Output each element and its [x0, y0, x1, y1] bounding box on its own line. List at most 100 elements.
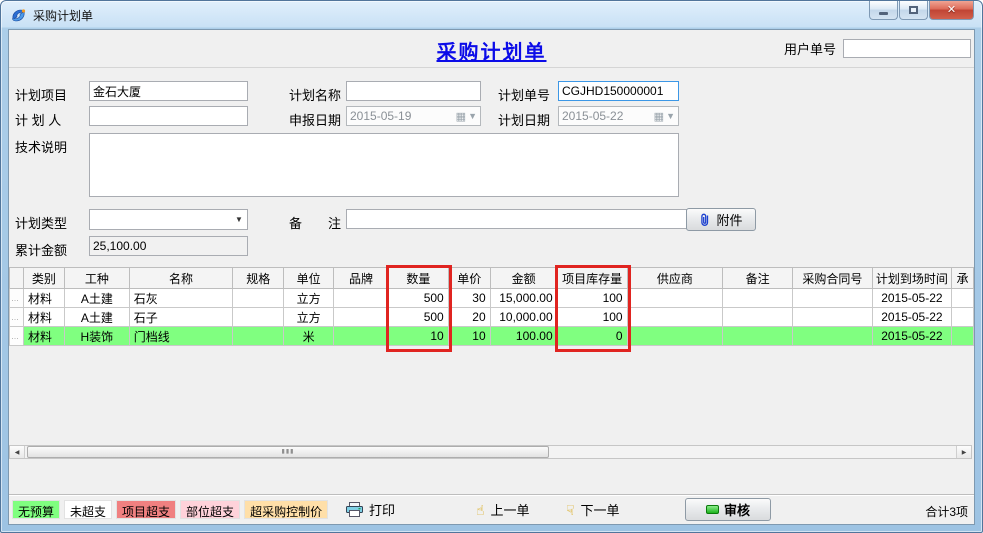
app-window: 采购计划单 ✕ 采购计划单 用户单号 计划项目 计划名称 计划单号 计 划 人 … — [0, 0, 983, 533]
table-cell: 10,000.00 — [490, 308, 557, 327]
table-cell — [951, 308, 973, 327]
horizontal-scrollbar[interactable]: ◀ ▶ — [9, 445, 972, 459]
table-cell: A土建 — [64, 289, 129, 308]
column-header[interactable]: 承 — [951, 268, 973, 289]
column-header[interactable]: 名称 — [129, 268, 233, 289]
table-cell — [792, 327, 872, 346]
chevron-down-icon: ▼ — [666, 111, 675, 121]
prev-button-label: 上一单 — [491, 500, 530, 519]
column-header[interactable]: 计划到场时间 — [872, 268, 951, 289]
scrollbar-thumb[interactable] — [27, 446, 549, 458]
table-cell: 材料 — [23, 289, 64, 308]
plan-date-label: 计划日期 — [498, 110, 550, 129]
plan-project-input[interactable] — [89, 81, 248, 101]
table-row[interactable]: …材料A土建石灰立方5003015,000.001002015-05-22 — [10, 289, 974, 308]
table-cell: H装饰 — [64, 327, 129, 346]
declare-date-label: 申报日期 — [289, 110, 341, 129]
legend-badge: 无预算 — [12, 500, 60, 519]
plan-name-input[interactable] — [346, 81, 481, 101]
table-cell: 2015-05-22 — [872, 308, 951, 327]
user-no-input[interactable] — [843, 39, 971, 58]
scrollbar-track[interactable] — [25, 446, 956, 458]
legend-badge: 项目超支 — [116, 500, 176, 519]
minimize-button[interactable] — [869, 1, 898, 20]
plan-no-input[interactable] — [558, 81, 679, 101]
table-cell — [951, 289, 973, 308]
maximize-button[interactable] — [899, 1, 928, 20]
column-header[interactable]: 项目库存量 — [557, 268, 627, 289]
status-legend: 无预算未超支项目超支部位超支超采购控制价 — [12, 500, 328, 519]
scroll-left-arrow[interactable]: ◀ — [10, 446, 25, 458]
audit-button[interactable]: 审核 — [685, 498, 771, 521]
total-amount-field — [89, 236, 248, 256]
column-header[interactable]: 单价 — [448, 268, 490, 289]
column-header[interactable]: 数量 — [388, 268, 448, 289]
calendar-icon: ▦ — [456, 110, 466, 123]
maximize-icon — [909, 6, 918, 14]
app-logo-icon — [10, 7, 27, 24]
table-cell: 100 — [557, 308, 627, 327]
titlebar: 采购计划单 ✕ — [1, 1, 982, 29]
hand-point-up-icon: ☝ — [476, 503, 485, 517]
prev-order-button[interactable]: ☝ 上一单 — [476, 500, 530, 519]
table-cell: 门档线 — [129, 327, 233, 346]
table-cell — [627, 308, 723, 327]
total-amount-label: 累计金额 — [15, 240, 67, 259]
form-header: 采购计划单 用户单号 — [9, 30, 974, 68]
column-header[interactable]: 供应商 — [627, 268, 723, 289]
close-button[interactable]: ✕ — [929, 1, 974, 20]
plan-project-label: 计划项目 — [15, 85, 67, 104]
print-button-label: 打印 — [369, 500, 395, 519]
table-cell: 100.00 — [490, 327, 557, 346]
table-cell: 石子 — [129, 308, 233, 327]
declare-date-picker[interactable]: 2015-05-19 ▦ ▼ — [346, 106, 481, 126]
table-cell: 立方 — [284, 308, 334, 327]
grid-total-label: 合计3项 — [925, 503, 968, 520]
table-row[interactable]: …材料H装饰门档线米1010100.0002015-05-22 — [10, 327, 974, 346]
window-title: 采购计划单 — [33, 7, 93, 24]
column-header[interactable]: 工种 — [64, 268, 129, 289]
next-button-label: 下一单 — [581, 500, 620, 519]
table-cell — [792, 308, 872, 327]
table-cell — [723, 327, 793, 346]
column-header[interactable]: 单位 — [284, 268, 334, 289]
legend-badge: 未超支 — [64, 500, 112, 519]
table-cell: 30 — [448, 289, 490, 308]
table-cell: 2015-05-22 — [872, 327, 951, 346]
next-order-button[interactable]: ☟ 下一单 — [566, 500, 620, 519]
table-cell: 0 — [557, 327, 627, 346]
calendar-icon: ▦ — [654, 110, 664, 123]
remark-input[interactable] — [346, 209, 687, 229]
table-cell: 500 — [388, 308, 448, 327]
column-header[interactable]: 备注 — [723, 268, 793, 289]
planner-input[interactable] — [89, 106, 248, 126]
row-indicator: … — [10, 327, 24, 346]
tech-note-textarea[interactable] — [89, 133, 679, 197]
table-cell — [233, 308, 284, 327]
column-header[interactable]: 类别 — [23, 268, 64, 289]
items-grid: 类别工种名称规格单位品牌数量单价金额项目库存量供应商备注采购合同号计划到场时间承… — [9, 267, 974, 346]
table-cell — [627, 289, 723, 308]
column-header[interactable]: 品牌 — [334, 268, 389, 289]
footer-bar: 无预算未超支项目超支部位超支超采购控制价 打印 ☝ 上一单 ☟ 下一单 — [9, 494, 974, 524]
legend-badge: 部位超支 — [180, 500, 240, 519]
table-cell: 材料 — [23, 308, 64, 327]
table-cell: 20 — [448, 308, 490, 327]
column-header[interactable]: 金额 — [490, 268, 557, 289]
minimize-icon — [879, 12, 888, 15]
table-cell — [334, 308, 389, 327]
column-header[interactable]: 规格 — [233, 268, 284, 289]
table-cell: 立方 — [284, 289, 334, 308]
table-cell — [951, 327, 973, 346]
close-icon: ✕ — [947, 5, 956, 16]
print-button[interactable]: 打印 — [346, 500, 395, 519]
scroll-right-arrow[interactable]: ▶ — [956, 446, 971, 458]
plan-type-select[interactable]: ▼ — [89, 209, 248, 230]
plan-date-picker[interactable]: 2015-05-22 ▦ ▼ — [558, 106, 679, 126]
green-dot-icon — [706, 505, 719, 514]
attachment-button[interactable]: 附件 — [686, 208, 756, 231]
table-cell: 石灰 — [129, 289, 233, 308]
table-cell — [334, 327, 389, 346]
table-row[interactable]: …材料A土建石子立方5002010,000.001002015-05-22 — [10, 308, 974, 327]
column-header[interactable]: 采购合同号 — [792, 268, 872, 289]
